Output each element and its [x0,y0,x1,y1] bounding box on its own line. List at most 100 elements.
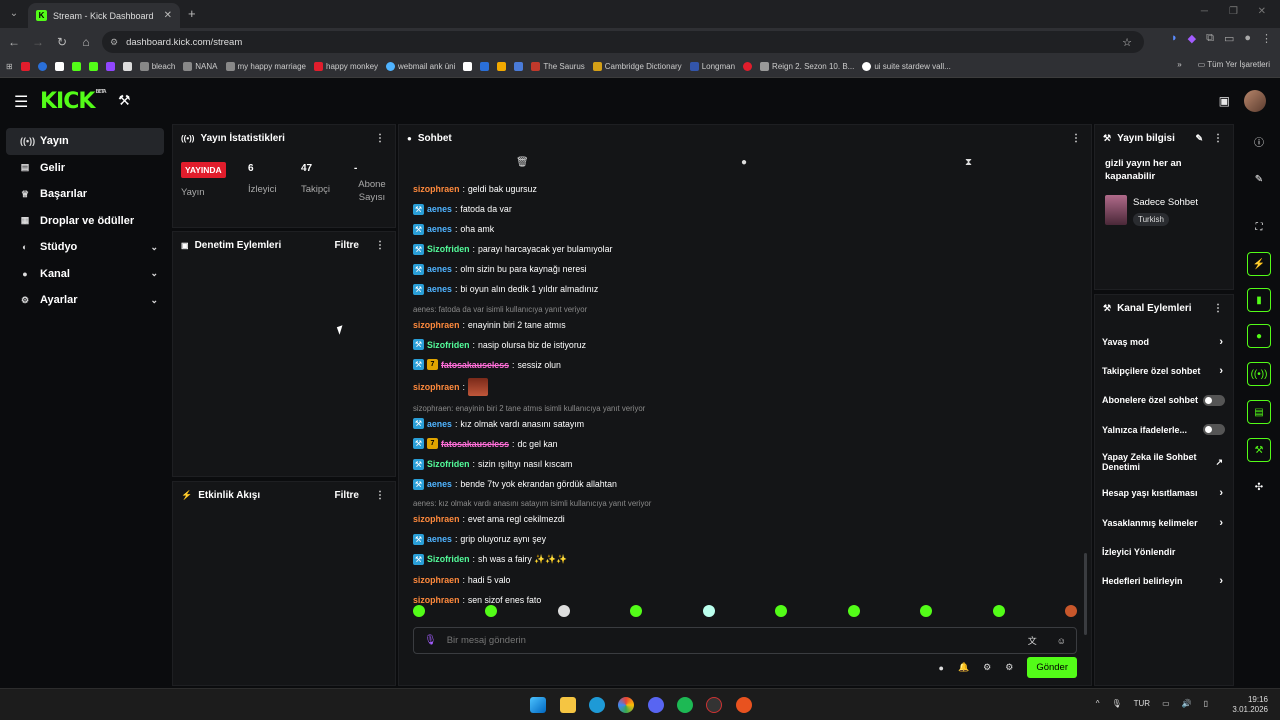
sidebar-icon[interactable]: ▭ [1224,32,1234,45]
reload-icon[interactable]: ↻ [50,35,74,49]
bookmark-item[interactable]: ui suite stardew vall... [862,62,951,71]
chat-username[interactable]: sizophraen [413,179,459,199]
emote-icon[interactable] [847,605,860,617]
kebab-menu-icon[interactable]: ⋮ [1071,133,1081,144]
battery-icon[interactable]: ▯ [1204,699,1208,708]
chrome-icon[interactable] [618,697,634,713]
bookmark-icon[interactable] [497,62,507,71]
chat-username[interactable]: Sizofriden [427,549,470,569]
chat-username[interactable]: Sizofriden [427,239,470,259]
app-icon[interactable] [706,697,722,713]
extension-icon[interactable]: ◗ [1171,32,1178,45]
app-icon[interactable] [736,697,752,713]
apps-grid-icon[interactable]: ⊞ [6,62,13,71]
puzzle-icon[interactable]: ✣ [1247,476,1271,500]
bookmark-item[interactable]: The Saurus [531,62,585,71]
sidebar-item-ayarlar[interactable]: ⚙ Ayarlar ⌄ [6,287,164,314]
chat-bubble-icon[interactable]: ● [741,157,747,168]
chat-username[interactable]: sizophraen [413,315,459,335]
kebab-menu-icon[interactable]: ⋮ [375,240,385,251]
chat-username[interactable]: aenes [427,259,452,279]
bookmark-icon[interactable] [54,62,64,71]
chat-username[interactable]: Sizofriden [427,454,470,474]
wallet-icon[interactable]: ▣ [1219,94,1230,108]
channel-action-item[interactable]: Yalnızca ifadelerle... [1095,415,1233,444]
input-language[interactable]: TUR [1134,699,1150,708]
info-icon[interactable]: ⓘ [1247,132,1271,156]
chat-message-input[interactable] [446,635,1018,646]
chat-username[interactable]: sizophraen [413,509,459,529]
gear-icon[interactable]: ⚙ [983,662,991,673]
sidebar-item-droplar[interactable]: ▦ Droplar ve ödüller [6,208,164,235]
volume-icon[interactable]: 🔊 [1182,699,1192,708]
channel-action-item[interactable]: Abonelere özel sohbet [1095,386,1233,415]
bookmark-icon[interactable] [743,62,753,71]
kick-bookmark-icon[interactable] [71,62,81,71]
channel-action-item[interactable]: Yavaş mod › [1095,327,1233,356]
emote-icon[interactable] [775,605,788,617]
edit-icon[interactable]: ✎ [1195,133,1203,144]
kebab-menu-icon[interactable]: ⋮ [375,490,385,501]
emote-icon[interactable] [630,605,643,617]
sidebar-item-yayin[interactable]: ((•)) Yayın [6,128,164,155]
new-tab-icon[interactable]: + [188,6,196,21]
youtube-bookmark-icon[interactable] [20,62,30,71]
chat-username[interactable]: sizophraen [413,377,459,397]
kick-logo[interactable]: KICKBETA [40,89,107,114]
bookmark-item[interactable]: my happy marriage [225,62,306,71]
kebab-menu-icon[interactable]: ⋮ [375,133,385,144]
translate-icon[interactable]: 文 [1028,634,1037,647]
chat-username[interactable]: fatosakauseless [441,355,509,375]
emote-icon[interactable] [702,605,715,617]
menu-kebab-icon[interactable]: ⋮ [1261,32,1272,45]
bell-icon[interactable]: 🔔 [958,662,969,673]
emote-icon[interactable] [413,605,425,617]
avatar[interactable] [1244,90,1266,112]
bookmark-item[interactable]: Cambridge Dictionary [592,62,682,71]
chat-username[interactable]: aenes [427,414,452,434]
bookmark-star-icon[interactable]: ☆ [1122,36,1132,49]
chat-username[interactable]: sizophraen [413,570,459,590]
emote-icon[interactable] [1064,605,1077,617]
emoji-icon[interactable]: ☺ [1057,636,1066,646]
channel-action-item[interactable]: Yasaklanmış kelimeler › [1095,508,1233,537]
emote-icon[interactable] [557,605,570,617]
pencil-icon[interactable]: ✎ [1247,168,1271,192]
close-window-icon[interactable]: ✕ [1258,6,1266,17]
extension-icon[interactable]: ◆ [1188,32,1196,45]
windows-start-icon[interactable] [530,697,546,713]
maximize-icon[interactable]: ❐ [1229,6,1238,17]
broadcast-icon[interactable]: ((•)) [1247,362,1271,386]
site-info-icon[interactable]: ⚙ [110,37,118,48]
sidebar-item-kanal[interactable]: ● Kanal ⌄ [6,261,164,288]
discord-icon[interactable] [648,697,664,713]
hamburger-menu-icon[interactable]: ☰ [14,92,28,112]
spotify-icon[interactable] [677,697,693,713]
emote-icon[interactable] [485,605,498,617]
emote-icon[interactable] [920,605,933,617]
chat-bubble-icon[interactable]: ● [939,663,944,673]
sidebar-item-studyo[interactable]: ◐ Stüdyo ⌄ [6,234,164,261]
channel-action-item[interactable]: Hesap yaşı kısıtlaması › [1095,479,1233,508]
chat-username[interactable]: aenes [427,474,452,494]
chat-username[interactable]: Sizofriden [427,335,470,355]
chevron-up-icon[interactable]: ^ [1096,699,1100,708]
kebab-menu-icon[interactable]: ⋮ [1213,133,1223,144]
channel-action-item[interactable]: İzleyici Yönlendir [1095,537,1233,566]
filter-button[interactable]: Filtre [335,490,359,501]
bookmark-item[interactable]: NANA [183,62,218,71]
url-field[interactable]: ⚙ dashboard.kick.com/stream ☆ [102,31,1144,53]
file-explorer-icon[interactable] [560,697,576,713]
close-tab-icon[interactable]: ✕ [164,10,172,21]
toggle-switch[interactable] [1203,394,1225,406]
bookmark-icon[interactable] [37,62,47,71]
hammer-icon[interactable]: ⚒ [118,92,131,109]
microphone-icon[interactable]: 🎙 [424,635,437,646]
chat-username[interactable]: aenes [427,279,452,299]
bookmark-item[interactable]: webmail ank üni [386,62,455,71]
wrench-icon[interactable]: ⚒ [1247,438,1271,462]
clock[interactable]: 19:16 3.01.2026 [1232,695,1268,715]
send-button[interactable]: Gönder [1027,657,1077,678]
bookmark-item[interactable]: bleach [139,62,175,71]
toggle-switch[interactable] [1203,424,1225,436]
